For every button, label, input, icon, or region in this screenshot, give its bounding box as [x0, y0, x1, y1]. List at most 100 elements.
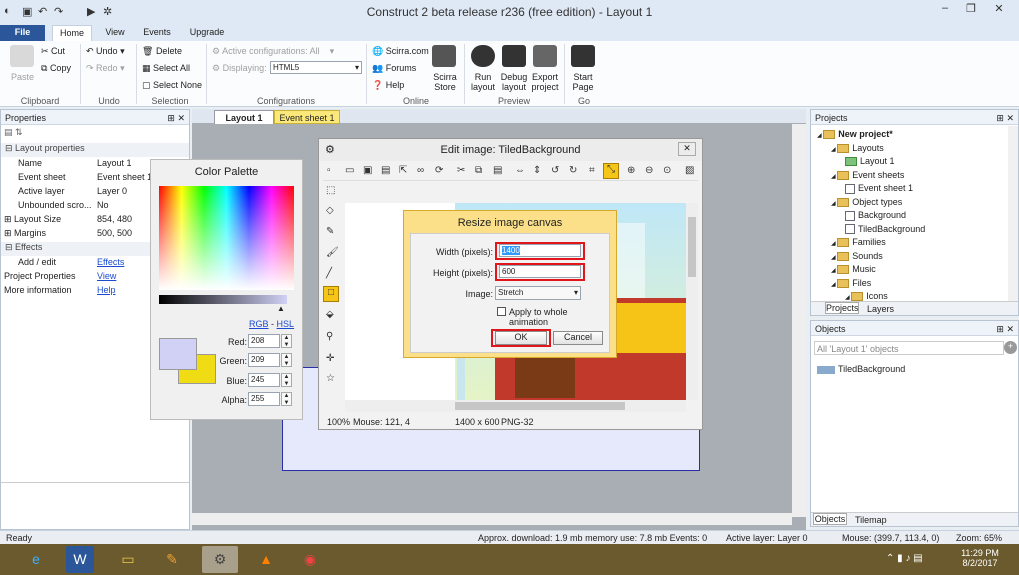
apply-animation-checkbox[interactable] [497, 307, 506, 316]
undo-button[interactable]: ↶ Undo ▾ [86, 46, 125, 57]
cancel-button[interactable]: Cancel [553, 331, 603, 345]
project-tree-item[interactable]: Background [845, 210, 906, 221]
color-picker-tool-icon[interactable]: ⚲ [326, 331, 333, 342]
construct-icon[interactable]: ⚙ [202, 546, 238, 573]
add-object-icon[interactable]: + [1004, 341, 1017, 354]
tab-view[interactable]: View [98, 25, 132, 41]
project-tree-item[interactable]: ◢ Music [831, 264, 876, 275]
open-icon[interactable]: ▭ [345, 165, 354, 176]
green-field[interactable]: 209 [248, 353, 280, 367]
zoom-out-icon[interactable]: ⊖ [645, 165, 653, 176]
refresh-icon[interactable]: ⟳ [435, 165, 443, 176]
image-mode-dropdown[interactable]: Stretch ▾ [495, 286, 581, 300]
objects-filter-input[interactable]: All 'Layout 1' objects [814, 341, 1004, 355]
width-field[interactable]: 1400 [499, 244, 581, 257]
resize-icon[interactable]: ⤡ [603, 163, 619, 179]
property-value[interactable]: Event sheet 1 [97, 172, 152, 186]
debug-layout-button[interactable]: Debug layout [499, 72, 529, 92]
zoom-in-icon[interactable]: ⊕ [627, 165, 635, 176]
alpha-spinner[interactable]: ▲ ▼ [281, 392, 292, 406]
rotate-ccw-icon[interactable]: ↺ [551, 165, 559, 176]
select-all-button[interactable]: ▦ Select All [142, 63, 190, 74]
project-tree-item[interactable]: ◢ Event sheets [831, 170, 904, 180]
object-item-tiledbackground[interactable]: TiledBackground [817, 364, 905, 374]
rectangle-tool-icon[interactable]: □ [323, 286, 339, 302]
flip-horizontal-icon[interactable]: ⇔ [515, 165, 525, 176]
project-tree-item[interactable]: ◢ Files [831, 278, 871, 288]
edit-image-close-button[interactable]: ✕ [678, 142, 696, 156]
project-tree-item[interactable]: ◢ Icons [845, 291, 888, 302]
paste-button[interactable]: Paste [11, 72, 34, 82]
color-spectrum[interactable] [159, 186, 294, 290]
redo-button[interactable]: ↷ Redo ▾ [86, 63, 125, 74]
tab-home[interactable]: Home [52, 25, 92, 41]
forums-link[interactable]: 👥 Forums [372, 63, 416, 74]
select-none-button[interactable]: ▢ Select None [142, 80, 202, 91]
ok-button[interactable]: OK [495, 331, 547, 345]
polygon-tool-icon[interactable]: ☆ [326, 373, 335, 384]
project-tree-item[interactable]: ◢ New project* [817, 129, 893, 140]
sort-icon[interactable]: ▤ ⇅ [4, 127, 23, 141]
scirra-link[interactable]: 🌐 Scirra.com [372, 46, 429, 57]
cut-button[interactable]: ✂ Cut [41, 46, 65, 57]
tray-icons[interactable]: ⌃ ▮ ♪ ▤ [886, 553, 923, 564]
run-layout-button[interactable]: Run layout [470, 72, 496, 92]
chrome-icon[interactable]: ◉ [296, 546, 324, 573]
tab-projects[interactable]: Projects [825, 302, 859, 314]
store-button[interactable]: Scirra Store [433, 72, 457, 92]
origin-tool-icon[interactable]: ✛ [326, 353, 334, 364]
import-icon[interactable]: ▤ [381, 165, 390, 176]
view-link[interactable]: View [97, 271, 116, 285]
tab-layers[interactable]: Layers [867, 304, 894, 314]
clock[interactable]: 11:29 PM 8/2/2017 [955, 548, 1005, 568]
property-value[interactable]: 500, 500 [97, 228, 132, 242]
section-layout-properties[interactable]: ⊟ Layout properties [1, 143, 189, 157]
flip-vertical-icon[interactable]: ⇕ [533, 165, 541, 176]
blue-spinner[interactable]: ▲ ▼ [281, 373, 292, 387]
tab-file[interactable]: File [0, 25, 45, 41]
effects-link[interactable]: Effects [97, 257, 124, 271]
projects-scrollbar[interactable] [1008, 126, 1018, 301]
tab-layout-1[interactable]: Layout 1 [214, 110, 274, 124]
zoom-fit-icon[interactable]: ⊙ [663, 165, 671, 176]
cut-icon[interactable]: ✂ [457, 165, 465, 176]
horizontal-scrollbar[interactable] [192, 513, 792, 525]
alpha-field[interactable]: 255 [248, 392, 280, 406]
minimize-button[interactable]: – [932, 2, 958, 20]
close-button[interactable]: ✕ [986, 2, 1012, 20]
line-tool-icon[interactable]: ╱ [326, 268, 332, 279]
active-configurations-dropdown[interactable]: ⚙ Active configurations: All ▾ [212, 46, 334, 57]
project-tree-item[interactable]: TiledBackground [845, 224, 925, 235]
project-tree-item[interactable]: Layout 1 [845, 156, 895, 167]
project-tree-item[interactable]: ◢ Families [831, 237, 886, 248]
link-icon[interactable]: ∞ [417, 165, 424, 176]
save-icon[interactable]: ▣ [363, 165, 372, 176]
property-value[interactable]: Layer 0 [97, 186, 127, 200]
copy-button[interactable]: ⧉ Copy [41, 63, 71, 74]
project-tree-item[interactable]: ◢ Sounds [831, 251, 883, 261]
blue-field[interactable]: 245 [248, 373, 280, 387]
start-page-button[interactable]: Start Page [570, 72, 596, 92]
height-field[interactable]: 600 [499, 265, 581, 278]
displaying-dropdown[interactable]: HTML5 ▾ [270, 61, 362, 74]
project-tree-item[interactable]: ◢ Object types [831, 197, 902, 207]
brush-tool-icon[interactable]: 🖌 [326, 247, 339, 258]
project-tree-item[interactable]: Event sheet 1 [845, 183, 913, 194]
property-value[interactable]: 854, 480 [97, 214, 132, 228]
maximize-button[interactable]: ❐ [958, 2, 984, 20]
property-value[interactable]: No [97, 200, 109, 214]
help-link[interactable]: Help [97, 285, 116, 299]
paste-icon[interactable]: ▤ [493, 165, 502, 176]
word-icon[interactable]: W [66, 546, 94, 573]
eraser-tool-icon[interactable]: ◇ [326, 205, 334, 216]
delete-button[interactable]: 🗑 Delete [142, 46, 182, 57]
file-explorer-icon[interactable]: ▭ [114, 546, 142, 573]
vlc-icon[interactable]: ▲ [252, 546, 280, 573]
copy-icon[interactable]: ⧉ [475, 165, 482, 176]
export-project-button[interactable]: Export project [530, 72, 560, 92]
tab-events[interactable]: Events [138, 25, 176, 41]
brightness-slider[interactable] [159, 295, 287, 304]
tab-upgrade[interactable]: Upgrade [182, 25, 232, 41]
new-icon[interactable]: ▫ [327, 165, 331, 176]
fill-tool-icon[interactable]: ⬙ [326, 309, 334, 320]
